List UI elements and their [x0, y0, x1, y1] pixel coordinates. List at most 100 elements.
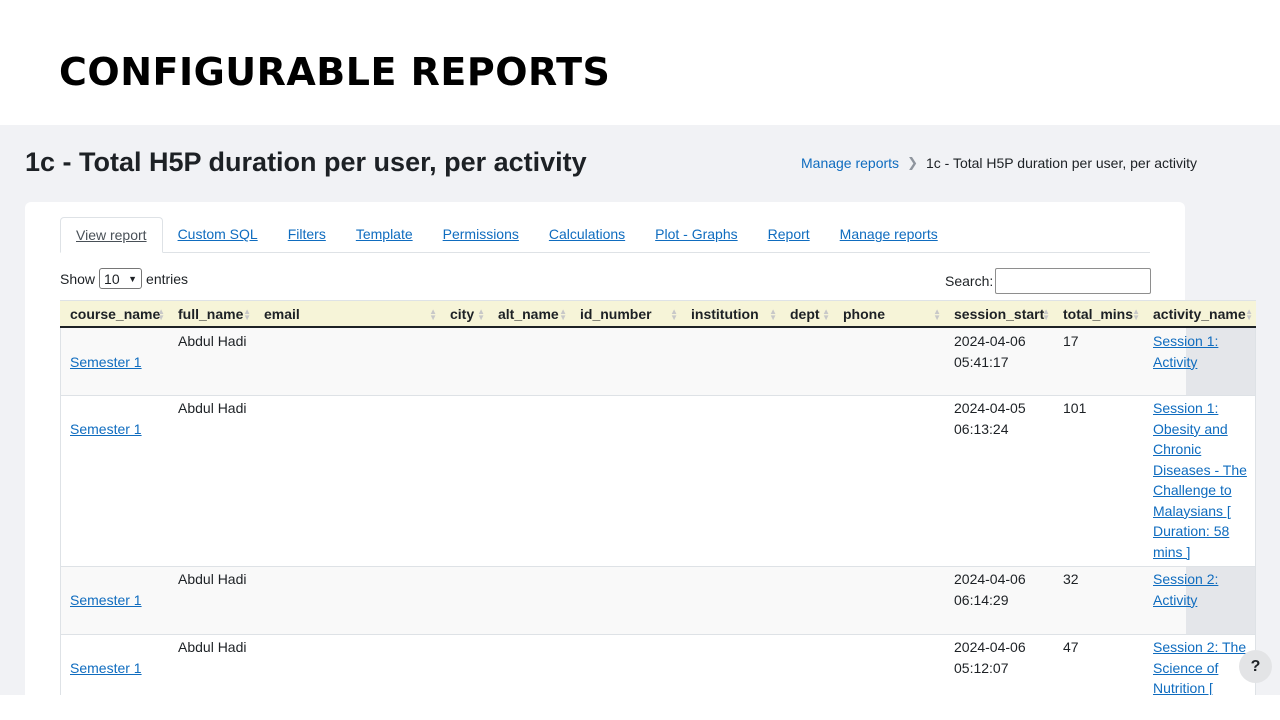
activity-name-link[interactable]: Session 1: Activity [1153, 331, 1218, 372]
breadcrumb: Manage reports ❯ 1c - Total H5P duration… [801, 155, 1197, 171]
session-date: 2024-04-06 [954, 571, 1026, 587]
activity-name-link[interactable]: Session 1: Obesity and Chronic Diseases … [1153, 398, 1247, 562]
activity-line: mins ] [1153, 543, 1191, 560]
full-name-cell: Abdul Hadi [178, 400, 247, 416]
breadcrumb-manage-reports[interactable]: Manage reports [801, 155, 899, 171]
sort-icon: ▲ ▼ [157, 307, 165, 322]
sort-icon: ▲ ▼ [1042, 307, 1050, 322]
tab-permissions[interactable]: Permissions [428, 217, 534, 253]
report-tabs: View report Custom SQL Filters Template … [60, 217, 1150, 253]
column-label: dept [790, 306, 820, 322]
column-header[interactable]: full_name ▲ ▼ [168, 301, 254, 329]
tab-report[interactable]: Report [753, 217, 825, 253]
sort-icon: ▲ ▼ [477, 307, 485, 322]
column-header[interactable]: phone ▲ ▼ [833, 301, 944, 329]
show-entries: Show 10 ▼ entries [60, 268, 188, 289]
chevron-down-icon: ▼ [128, 274, 138, 284]
activity-line: Activity [1153, 353, 1198, 370]
total-mins-cell: 47 [1063, 639, 1079, 655]
course-name-link[interactable]: Semester 1 [70, 592, 142, 608]
column-label: course_name [70, 306, 161, 322]
full-name-cell: Abdul Hadi [178, 639, 247, 655]
sort-icon: ▲ ▼ [769, 307, 777, 322]
column-header[interactable]: alt_name ▲ ▼ [488, 301, 570, 329]
search-label: Search: [945, 273, 994, 289]
sort-icon: ▲ ▼ [1132, 307, 1140, 322]
activity-line: Duration: 58 [1153, 523, 1230, 539]
show-label: Show [60, 270, 96, 287]
activity-line: Session 1: [1153, 333, 1219, 349]
activity-line: Malaysians [ [1153, 502, 1231, 519]
search-input[interactable] [995, 268, 1152, 294]
column-header[interactable]: activity_name ▲ ▼ [1143, 301, 1256, 329]
activity-line: Diseases - The [1153, 461, 1247, 478]
session-time: 06:14:29 [954, 591, 1009, 608]
course-name-link[interactable]: Semester 1 [70, 660, 142, 676]
sort-icon: ▲ ▼ [1245, 307, 1253, 322]
full-name-cell: Abdul Hadi [178, 571, 247, 587]
table-row: Semester 1 Abdul Hadi 2024-04-05 06:13:2… [60, 396, 1256, 567]
session-start-cell: 2024-04-06 05:41:17 [954, 331, 1026, 372]
activity-line: Session 2: [1153, 571, 1219, 587]
activity-line: Session 2: The [1153, 639, 1247, 655]
session-start-cell: 2024-04-06 06:14:29 [954, 569, 1026, 610]
column-label: activity_name [1153, 306, 1246, 322]
course-name-link[interactable]: Semester 1 [70, 421, 142, 437]
column-header[interactable]: dept ▲ ▼ [780, 301, 833, 329]
column-label: session_start [954, 306, 1045, 322]
help-button[interactable]: ? [1239, 650, 1272, 683]
tab-custom-sql[interactable]: Custom SQL [163, 217, 273, 253]
session-date: 2024-04-06 [954, 333, 1026, 349]
column-header[interactable]: email ▲ ▼ [254, 301, 440, 329]
tab-manage-reports[interactable]: Manage reports [825, 217, 953, 253]
report-table: course_name ▲ ▼ full_name ▲ ▼ email ▲ ▼ city ▲ ▼… [60, 300, 1256, 695]
activity-line: Obesity and [1153, 420, 1228, 437]
total-mins-cell: 32 [1063, 571, 1079, 587]
table-row: Semester 1 Abdul Hadi 2024-04-06 06:14:2… [60, 567, 1256, 635]
column-header[interactable]: id_number ▲ ▼ [570, 301, 681, 329]
activity-name-link[interactable]: Session 2: The Science of Nutrition [ [1153, 637, 1246, 695]
table-row: Semester 1 Abdul Hadi 2024-04-06 05:41:1… [60, 328, 1256, 396]
activity-line: Chronic [1153, 441, 1202, 457]
tab-template[interactable]: Template [341, 217, 428, 253]
total-mins-cell: 101 [1063, 400, 1087, 416]
activity-line: Challenge to [1153, 482, 1232, 498]
column-header[interactable]: course_name ▲ ▼ [60, 301, 168, 329]
slide-header: CONFIGURABLE REPORTS [0, 0, 1280, 125]
column-label: total_mins [1063, 306, 1134, 322]
tab-plot-graphs[interactable]: Plot - Graphs [640, 217, 752, 253]
sort-icon: ▲ ▼ [933, 307, 941, 322]
column-label: full_name [178, 306, 244, 322]
session-time: 05:41:17 [954, 353, 1009, 370]
session-date: 2024-04-05 [954, 400, 1026, 416]
activity-line: Nutrition [ [1153, 680, 1213, 695]
column-header[interactable]: session_start ▲ ▼ [944, 301, 1053, 329]
breadcrumb-current: 1c - Total H5P duration per user, per ac… [925, 155, 1198, 171]
tab-view-report[interactable]: View report [60, 217, 163, 253]
column-header[interactable]: total_mins ▲ ▼ [1053, 301, 1143, 329]
column-label: institution [691, 306, 759, 322]
tab-calculations[interactable]: Calculations [534, 217, 640, 253]
session-start-cell: 2024-04-06 05:12:07 [954, 637, 1026, 678]
column-header[interactable]: institution ▲ ▼ [681, 301, 780, 329]
session-time: 06:13:24 [954, 420, 1009, 437]
sort-icon: ▲ ▼ [429, 307, 437, 322]
browser-screenshot: 1c - Total H5P duration per user, per ac… [0, 125, 1280, 695]
activity-line: Science of [1153, 659, 1219, 676]
column-header[interactable]: city ▲ ▼ [440, 301, 488, 329]
session-date: 2024-04-06 [954, 639, 1026, 655]
session-start-cell: 2024-04-05 06:13:24 [954, 398, 1026, 439]
sort-icon: ▲ ▼ [822, 307, 830, 322]
column-label: email [264, 306, 300, 322]
sort-icon: ▲ ▼ [243, 307, 251, 322]
column-label: alt_name [498, 306, 559, 322]
full-name-cell: Abdul Hadi [178, 333, 247, 349]
activity-line: Activity [1153, 591, 1198, 608]
entries-value: 10 [104, 271, 120, 287]
activity-line: Session 1: [1153, 400, 1219, 416]
course-name-link[interactable]: Semester 1 [70, 354, 142, 370]
slide-title: CONFIGURABLE REPORTS [59, 50, 611, 94]
activity-name-link[interactable]: Session 2: Activity [1153, 569, 1218, 610]
tab-filters[interactable]: Filters [273, 217, 341, 253]
entries-select[interactable]: 10 ▼ [99, 268, 143, 289]
